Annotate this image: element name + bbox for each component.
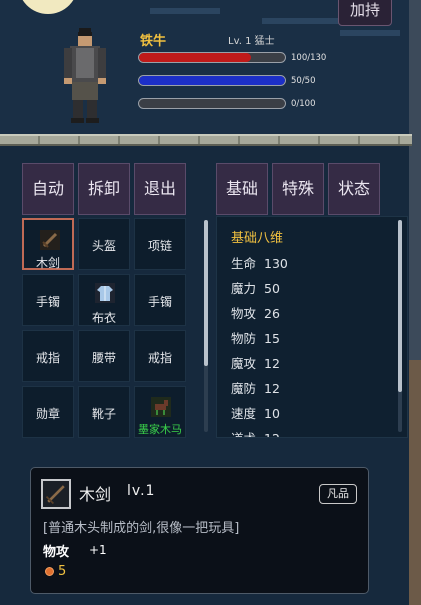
tab-special[interactable]: 特殊 (272, 163, 324, 215)
mana-bar (138, 75, 286, 86)
mana-text: 50/50 (291, 76, 316, 86)
stat-label: 魔攻 (231, 356, 257, 371)
stat-value: 10 (264, 406, 280, 421)
equipment-slot-medal[interactable]: 勋章 (22, 386, 74, 438)
stat-row-hp: 生命 130 (231, 253, 288, 272)
auto-button[interactable]: 自动 (22, 163, 74, 215)
experience-text: 0/100 (291, 99, 316, 109)
stat-row-taoism: 道术 12 (231, 428, 280, 437)
stat-row-pdef: 物防 15 (231, 328, 280, 347)
stat-value: 12 (264, 431, 280, 437)
stats-title: 基础八维 (231, 231, 284, 246)
tab-status[interactable]: 状态 (328, 163, 380, 215)
add-button[interactable]: 加持 (338, 0, 392, 26)
stats-panel: 基础八维 生命 130 魔力 50 物攻 26 物防 15 魔攻 12 魔防 12 速度 10… (216, 216, 408, 438)
stat-label: 道术 (231, 431, 256, 437)
equipment-slot-bracelet-left[interactable]: 手镯 (22, 274, 74, 326)
equipment-slot-necklace[interactable]: 项链 (134, 218, 186, 270)
stat-label: 魔防 (231, 381, 257, 396)
mana-bar-fill (139, 76, 285, 85)
equipment-slot-belt[interactable]: 腰带 (78, 330, 130, 382)
stat-row-patk: 物攻 26 (231, 303, 280, 322)
stat-row-mdef: 魔防 12 (231, 378, 280, 397)
health-text: 100/130 (291, 53, 327, 63)
character-portrait (64, 28, 106, 123)
stat-label: 物攻 (231, 306, 257, 321)
slot-label: 腰带 (91, 351, 116, 365)
background-edge (409, 360, 421, 605)
equipment-slot-ring-right[interactable]: 戒指 (134, 330, 186, 382)
slot-label: 戒指 (147, 351, 172, 365)
health-bar (138, 52, 286, 63)
stat-value: 130 (264, 256, 288, 271)
equipment-scrollbar-thumb[interactable] (204, 220, 208, 366)
slot-label: 墨家木马 (138, 423, 182, 436)
equipment-slot-weapon[interactable]: 木剑 (22, 218, 74, 270)
stat-label: 速度 (231, 406, 257, 421)
wooden-sword-icon (40, 230, 60, 250)
item-name: 木剑 (79, 485, 112, 504)
equipment-slot-armor[interactable]: 布衣 (78, 274, 130, 326)
cloth-robe-icon (95, 283, 115, 303)
experience-bar (138, 98, 286, 109)
character-name: 铁牛 (140, 34, 167, 49)
equipment-slot-ring-left[interactable]: 戒指 (22, 330, 74, 382)
unequip-button[interactable]: 拆卸 (78, 163, 130, 215)
slot-label: 手镯 (35, 295, 60, 309)
slot-label: 勋章 (35, 407, 60, 421)
equipment-slot-bracelet-right[interactable]: 手镯 (134, 274, 186, 326)
exit-button[interactable]: 退出 (134, 163, 186, 215)
wooden-sword-icon (41, 479, 71, 509)
slot-label: 戒指 (35, 351, 60, 365)
stat-row-speed: 速度 10 (231, 403, 280, 422)
stats-scrollbar-thumb[interactable] (398, 220, 402, 392)
stat-value: 26 (264, 306, 280, 321)
stat-row-mp: 魔力 50 (231, 278, 280, 297)
item-attribute-value: +1 (89, 543, 107, 557)
item-attribute-label: 物攻 (43, 545, 70, 560)
equipment-slot-mount[interactable]: 墨家木马 (134, 386, 186, 438)
stat-label: 生命 (231, 256, 257, 271)
tab-basic[interactable]: 基础 (216, 163, 268, 215)
stat-value: 15 (264, 331, 280, 346)
cloud (150, 8, 220, 14)
stat-value: 12 (264, 356, 280, 371)
stone-wall-divider (0, 134, 412, 146)
stat-row-matk: 魔攻 12 (231, 353, 280, 372)
slot-label: 靴子 (91, 407, 116, 421)
slot-label: 头盔 (91, 239, 116, 253)
stat-label: 物防 (231, 331, 257, 346)
equipment-grid: 木剑 头盔 项链 手镯 布衣 手镯 戒指 腰带 戒指 勋章 靴子 墨家木马 (20, 216, 210, 438)
item-rarity-badge: 凡品 (319, 484, 357, 504)
health-bar-fill (139, 53, 252, 62)
stat-value: 50 (264, 281, 280, 296)
coin-icon (45, 567, 54, 576)
cloud (340, 30, 400, 36)
equipment-slot-boots[interactable]: 靴子 (78, 386, 130, 438)
item-description: [普通木头制成的剑,很像一把玩具] (43, 521, 240, 536)
item-level: lv.1 (127, 483, 156, 499)
slot-label: 布衣 (91, 311, 116, 325)
stat-label: 魔力 (231, 281, 257, 296)
character-level: Lv. 1 猛士 (228, 36, 275, 47)
item-price: 5 (58, 564, 67, 579)
stat-value: 12 (264, 381, 280, 396)
wooden-horse-icon (151, 397, 171, 417)
slot-label: 木剑 (35, 256, 60, 270)
item-tooltip: 木剑 lv.1 凡品 [普通木头制成的剑,很像一把玩具] 物攻 +1 5 (30, 467, 369, 594)
slot-label: 手镯 (147, 295, 172, 309)
slot-label: 项链 (147, 239, 172, 253)
equipment-slot-helmet[interactable]: 头盔 (78, 218, 130, 270)
